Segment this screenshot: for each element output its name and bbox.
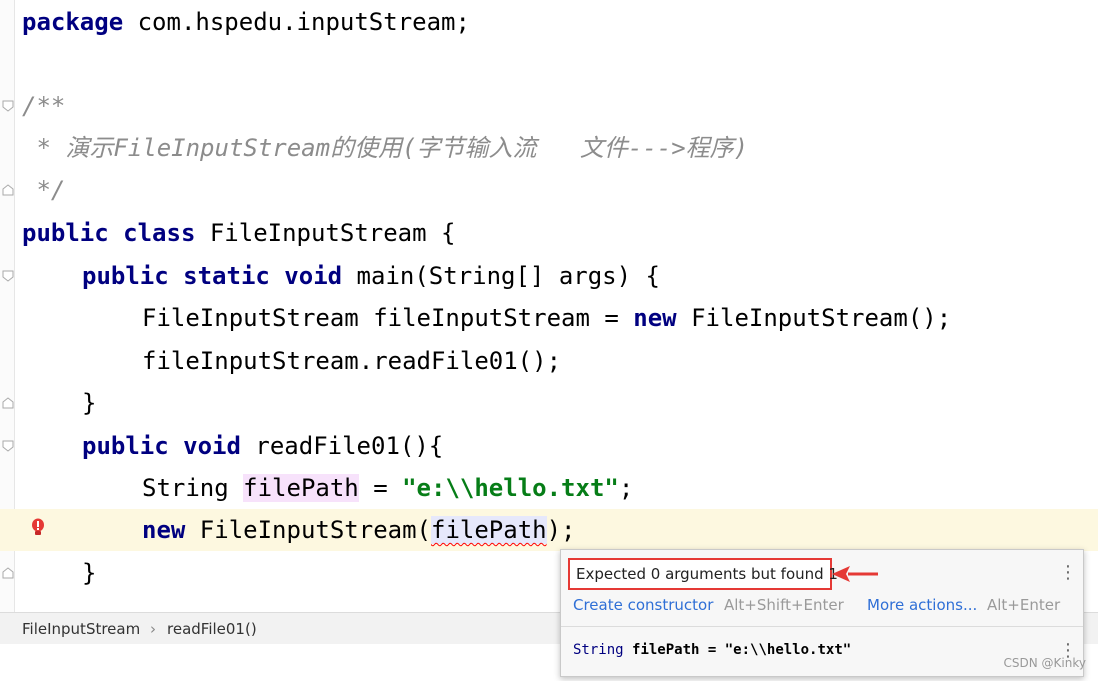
code-text: com.hspedu.inputStream; bbox=[123, 8, 470, 36]
code-text: = bbox=[358, 474, 403, 502]
create-constructor-shortcut: Alt+Shift+Enter bbox=[724, 596, 844, 614]
red-arrow-icon bbox=[832, 566, 878, 582]
keyword: new bbox=[633, 304, 677, 332]
code-text: readFile01(){ bbox=[240, 432, 444, 460]
code-line-method-call[interactable]: fileInputStream.readFile01(); bbox=[142, 340, 1098, 382]
more-actions-shortcut: Alt+Enter bbox=[987, 596, 1061, 614]
code-line-main-decl[interactable]: public static void main(String[] args) { bbox=[82, 255, 1098, 297]
code-line-readfile-decl[interactable]: public void readFile01(){ bbox=[82, 425, 1098, 467]
breadcrumb-class[interactable]: FileInputStream bbox=[22, 613, 140, 645]
breadcrumb-method[interactable]: readFile01() bbox=[167, 613, 257, 645]
code-text: FileInputStream { bbox=[195, 219, 456, 247]
code-editor[interactable]: package com.hspedu.inputStream; /** * 演示… bbox=[0, 0, 1098, 612]
code-text: FileInputStream(); bbox=[676, 304, 952, 332]
error-message: Expected 0 arguments but found 1 bbox=[576, 565, 838, 583]
keyword: public void bbox=[82, 432, 241, 460]
code-line-package[interactable]: package com.hspedu.inputStream; bbox=[22, 1, 1098, 43]
code-text: ); bbox=[546, 516, 576, 544]
code-text: FileInputStream fileInputStream = bbox=[142, 304, 634, 332]
decl-name: filePath bbox=[632, 642, 700, 658]
create-constructor-link[interactable]: Create constructor bbox=[573, 596, 713, 614]
fold-marker-icon[interactable] bbox=[1, 566, 15, 580]
fold-marker-icon[interactable] bbox=[1, 269, 15, 283]
fold-marker-icon[interactable] bbox=[1, 396, 15, 410]
more-actions-link[interactable]: More actions... bbox=[867, 596, 977, 614]
error-bulb-icon[interactable] bbox=[30, 518, 46, 538]
code-line-comment-start[interactable]: /** bbox=[22, 85, 1098, 127]
error-argument[interactable]: filePath bbox=[431, 516, 547, 544]
watermark: CSDN @Kinky bbox=[1003, 656, 1086, 670]
code-text: String bbox=[142, 474, 244, 502]
kebab-menu-icon[interactable]: ⋮ bbox=[1059, 564, 1077, 582]
decl-type: String bbox=[573, 642, 624, 658]
keyword: public static void bbox=[82, 262, 343, 290]
error-message-box: Expected 0 arguments but found 1 bbox=[568, 558, 838, 590]
string-literal: "e:\\hello.txt" bbox=[402, 474, 619, 502]
code-line-close-brace[interactable]: } bbox=[82, 382, 1098, 424]
code-line-error[interactable]: new FileInputStream(filePath); bbox=[0, 509, 1098, 551]
code-line-class-decl[interactable]: public class FileInputStream { bbox=[22, 212, 1098, 254]
breadcrumb-separator: › bbox=[150, 620, 156, 638]
fold-marker-icon[interactable] bbox=[1, 183, 15, 197]
fold-marker-icon[interactable] bbox=[1, 439, 15, 453]
declaration-preview: String filePath = "e:\\hello.txt" bbox=[573, 642, 851, 658]
fold-marker-icon[interactable] bbox=[1, 99, 15, 113]
popup-divider bbox=[561, 626, 1083, 627]
code-text: main(String[] args) { bbox=[342, 262, 660, 290]
code-line-comment-body[interactable]: * 演示FileInputStream的使用(字节输入流 文件--->程序) bbox=[22, 127, 1098, 169]
code-line-filepath-decl[interactable]: String filePath = "e:\\hello.txt"; bbox=[142, 467, 1098, 509]
code-line-comment-end[interactable]: */ bbox=[22, 169, 1098, 211]
variable-filepath[interactable]: filePath bbox=[243, 474, 359, 502]
keyword: public class bbox=[22, 219, 196, 247]
keyword: new bbox=[142, 516, 186, 544]
code-line-new-instance[interactable]: FileInputStream fileInputStream = new Fi… bbox=[142, 297, 1098, 339]
code-text: ; bbox=[618, 474, 634, 502]
decl-value: = "e:\\hello.txt" bbox=[707, 642, 852, 658]
code-text: FileInputStream( bbox=[185, 516, 431, 544]
keyword: package bbox=[22, 8, 124, 36]
